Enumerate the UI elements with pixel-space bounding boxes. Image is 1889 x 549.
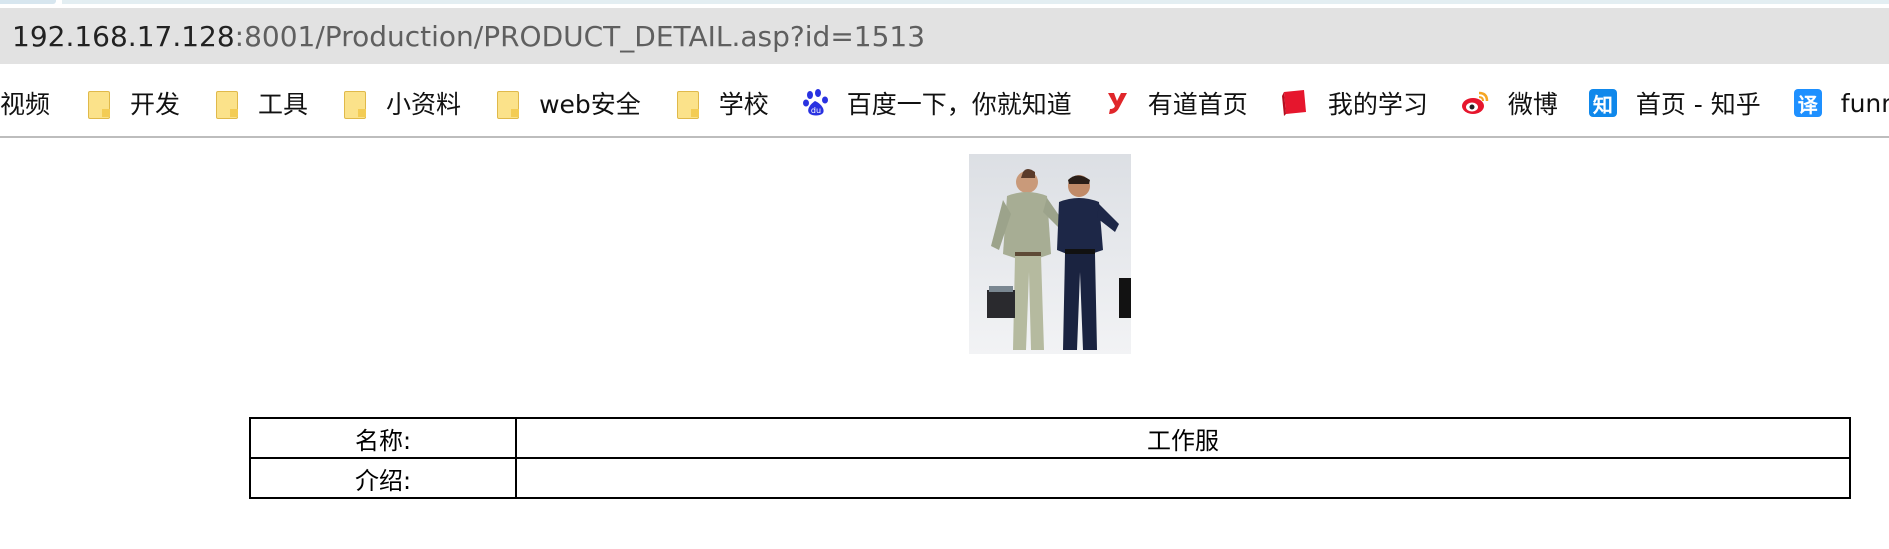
bookmark-zhihu[interactable]: 知 首页 - 知乎	[1588, 70, 1761, 136]
bookmark-label: 首页 - 知乎	[1635, 90, 1761, 119]
bookmark-label: 开发	[130, 90, 181, 119]
folder-icon	[495, 88, 521, 119]
bookmark-my-study[interactable]: 我的学习	[1280, 70, 1428, 136]
bookmark-videos[interactable]: 视频	[0, 70, 50, 136]
zhihu-icon: 知	[1588, 88, 1618, 118]
bookmark-label: 百度一下，你就知道	[846, 90, 1072, 119]
bookmark-label: 工具	[258, 90, 309, 119]
bookmark-funny[interactable]: 译 funny	[1793, 70, 1889, 136]
bookmark-folder-tools[interactable]: 工具	[214, 70, 308, 136]
bookmark-weibo[interactable]: 微博	[1460, 70, 1558, 136]
bookmark-youdao[interactable]: 有道首页	[1104, 70, 1248, 136]
folder-icon	[342, 88, 368, 119]
bookmark-label: 有道首页	[1147, 90, 1248, 119]
bookmark-baidu[interactable]: du 百度一下，你就知道	[802, 70, 1072, 136]
bookmarks-bar: 视频 开发 工具 小资料 web安全 学校 du 百度一下，你就知道 有道首页 …	[0, 70, 1889, 138]
active-tab-edge	[0, 0, 56, 4]
baidu-paw-icon: du	[802, 88, 829, 118]
product-detail-table: 名称: 工作服 介绍:	[249, 417, 1851, 499]
youdao-icon	[1104, 88, 1130, 118]
table-row: 介绍:	[249, 457, 1851, 499]
url-host: 192.168.17.128	[12, 19, 235, 53]
tab-strip-edge	[0, 0, 1889, 6]
tab-strip-line	[62, 0, 1889, 4]
bookmark-label: 视频	[0, 90, 51, 119]
bookmark-label: funny	[1840, 88, 1889, 118]
translate-icon: 译	[1793, 88, 1823, 118]
name-label: 名称:	[249, 417, 517, 459]
bookmark-label: 小资料	[386, 90, 462, 119]
bookmark-label: 微博	[1507, 90, 1558, 119]
folder-icon	[675, 88, 701, 119]
bookmark-label: 学校	[718, 90, 769, 119]
page-content: 名称: 工作服 介绍:	[0, 138, 1889, 549]
red-book-icon	[1280, 88, 1310, 118]
product-image	[969, 154, 1131, 354]
bookmark-folder-school[interactable]: 学校	[675, 70, 769, 136]
folder-icon	[214, 88, 240, 119]
weibo-icon	[1460, 88, 1490, 118]
bookmark-label: 我的学习	[1327, 90, 1428, 119]
bookmark-folder-dev[interactable]: 开发	[86, 70, 180, 136]
folder-icon	[86, 88, 112, 119]
intro-label: 介绍:	[249, 457, 517, 499]
svg-text:du: du	[811, 106, 821, 115]
intro-value	[515, 457, 1851, 499]
table-row: 名称: 工作服	[249, 417, 1851, 459]
name-value: 工作服	[515, 417, 1851, 459]
url-path: :8001/Production/PRODUCT_DETAIL.asp?id=1…	[234, 19, 926, 53]
address-bar[interactable]: 192.168.17.128:8001/Production/PRODUCT_D…	[0, 8, 1889, 64]
bookmark-folder-websec[interactable]: web安全	[495, 70, 641, 136]
bookmark-folder-notes[interactable]: 小资料	[342, 70, 461, 136]
bookmark-label: web安全	[539, 90, 641, 119]
